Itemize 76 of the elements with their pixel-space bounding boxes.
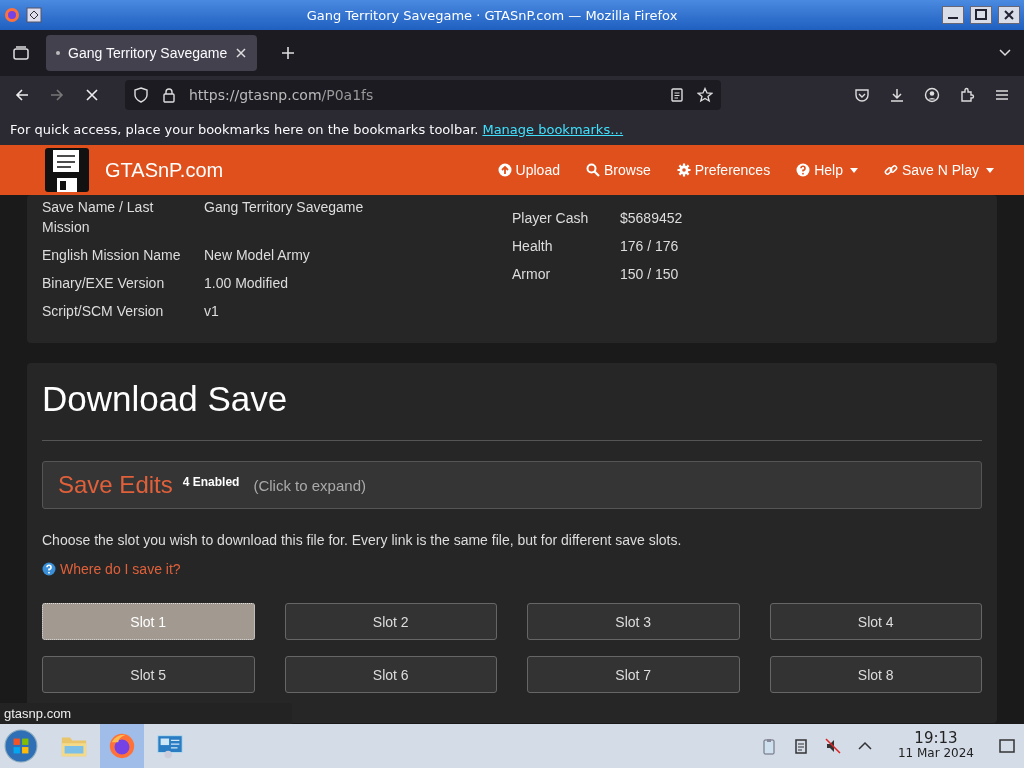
close-button[interactable] [998,6,1020,24]
start-button[interactable] [4,729,38,763]
nav-link[interactable]: Browse [586,162,651,178]
menu-icon[interactable] [994,87,1010,103]
firefox-icon [4,7,20,23]
manage-bookmarks-link[interactable]: Manage bookmarks… [482,122,624,137]
slot-button[interactable]: Slot 2 [284,603,497,640]
field-value: 150 / 150 [620,265,679,284]
field-value: 176 / 176 [620,237,679,256]
firefox-icon[interactable] [107,731,137,761]
window-title: Gang Territory Savegame · GTASnP.com — Mozilla Firefox [305,7,679,23]
nav-link[interactable]: Save N Play [883,162,994,178]
back-icon[interactable] [14,87,30,103]
forward-icon[interactable] [49,87,65,103]
url-text: https://gtasnp.com/P0a1fs [189,87,374,103]
reader-view-icon[interactable] [669,87,685,103]
address-bar[interactable]: https://gtasnp.com/P0a1fs [125,80,721,110]
clock-time[interactable]: 19:13 [914,731,958,746]
expand-hint: (Click to expand) [253,476,366,494]
field-label: English Mission Name [42,246,182,265]
show-desktop-icon[interactable] [998,737,1016,755]
caret-icon[interactable] [986,167,994,173]
field-label: Save Name / Last Mission [42,198,155,237]
stop-icon[interactable] [84,87,100,103]
slot-button[interactable]: Slot 7 [527,656,740,693]
help-icon [42,562,56,576]
slot-button[interactable]: Slot 3 [527,603,740,640]
save-edits-panel[interactable]: Save Edits 4 Enabled (Click to expand) [42,461,982,509]
close-icon[interactable] [235,47,248,59]
help-icon[interactable] [796,163,811,177]
field-label: Armor [512,265,552,284]
link-icon[interactable] [883,163,898,177]
nav-link[interactable]: Preferences [676,162,771,178]
slot-button[interactable]: Slot 6 [284,656,497,693]
shield-icon[interactable] [133,87,149,103]
search-icon[interactable] [586,163,600,177]
gear-icon[interactable] [676,163,691,177]
field-label: Script/SCM Version [42,302,165,321]
maximize-button[interactable] [970,6,992,24]
field-value: New Model Army [204,246,310,265]
description-text: Choose the slot you wish to download this file for. Every link is the same file, but for different save slots. [42,532,683,548]
enabled-count: 4 Enabled [182,475,240,489]
bookmarks-message: For quick access, place your bookmarks here on the bookmarks toolbar. [10,122,479,137]
clock-date[interactable]: 11 Mar 2024 [897,746,974,761]
field-label: Player Cash [512,209,590,228]
slot-button[interactable]: Slot 8 [769,656,982,693]
lock-icon[interactable] [161,87,177,103]
new-tab-icon[interactable] [281,46,296,60]
tab-overview-icon[interactable] [12,44,30,62]
download-icon[interactable] [889,87,905,103]
volume-muted-icon[interactable] [823,737,842,755]
field-value: 1.00 Modified [204,274,289,293]
where-to-save-link[interactable]: Where do I save it? [60,561,181,577]
field-value: v1 [204,302,219,321]
status-tooltip: gtasnp.com [0,703,292,724]
field-label: Health [512,237,554,256]
browser-tab[interactable]: Gang Territory Savegame [46,35,258,71]
slot-button[interactable]: Slot 5 [42,656,255,693]
minimize-button[interactable] [942,6,964,24]
panel-title: Save Edits [58,471,173,499]
caret-icon[interactable] [849,167,858,173]
account-icon[interactable] [924,87,940,103]
nav-link[interactable]: Upload [497,162,560,178]
field-value: Gang Territory Savegame [204,198,364,217]
pocket-icon[interactable] [854,87,870,103]
floppy-disk-logo-icon[interactable] [45,148,89,192]
star-icon[interactable] [697,87,713,103]
nav-link[interactable]: Help [796,162,858,178]
upload-icon[interactable] [497,163,512,177]
field-value: $5689452 [620,209,683,228]
extensions-icon[interactable] [959,87,975,103]
window-menu-icon[interactable] [26,7,42,23]
slot-button[interactable]: Slot 4 [769,603,982,640]
site-brand[interactable]: GTASnP.com [105,158,224,182]
field-label: Binary/EXE Version [42,274,166,293]
section-heading: Download Save [42,378,289,420]
